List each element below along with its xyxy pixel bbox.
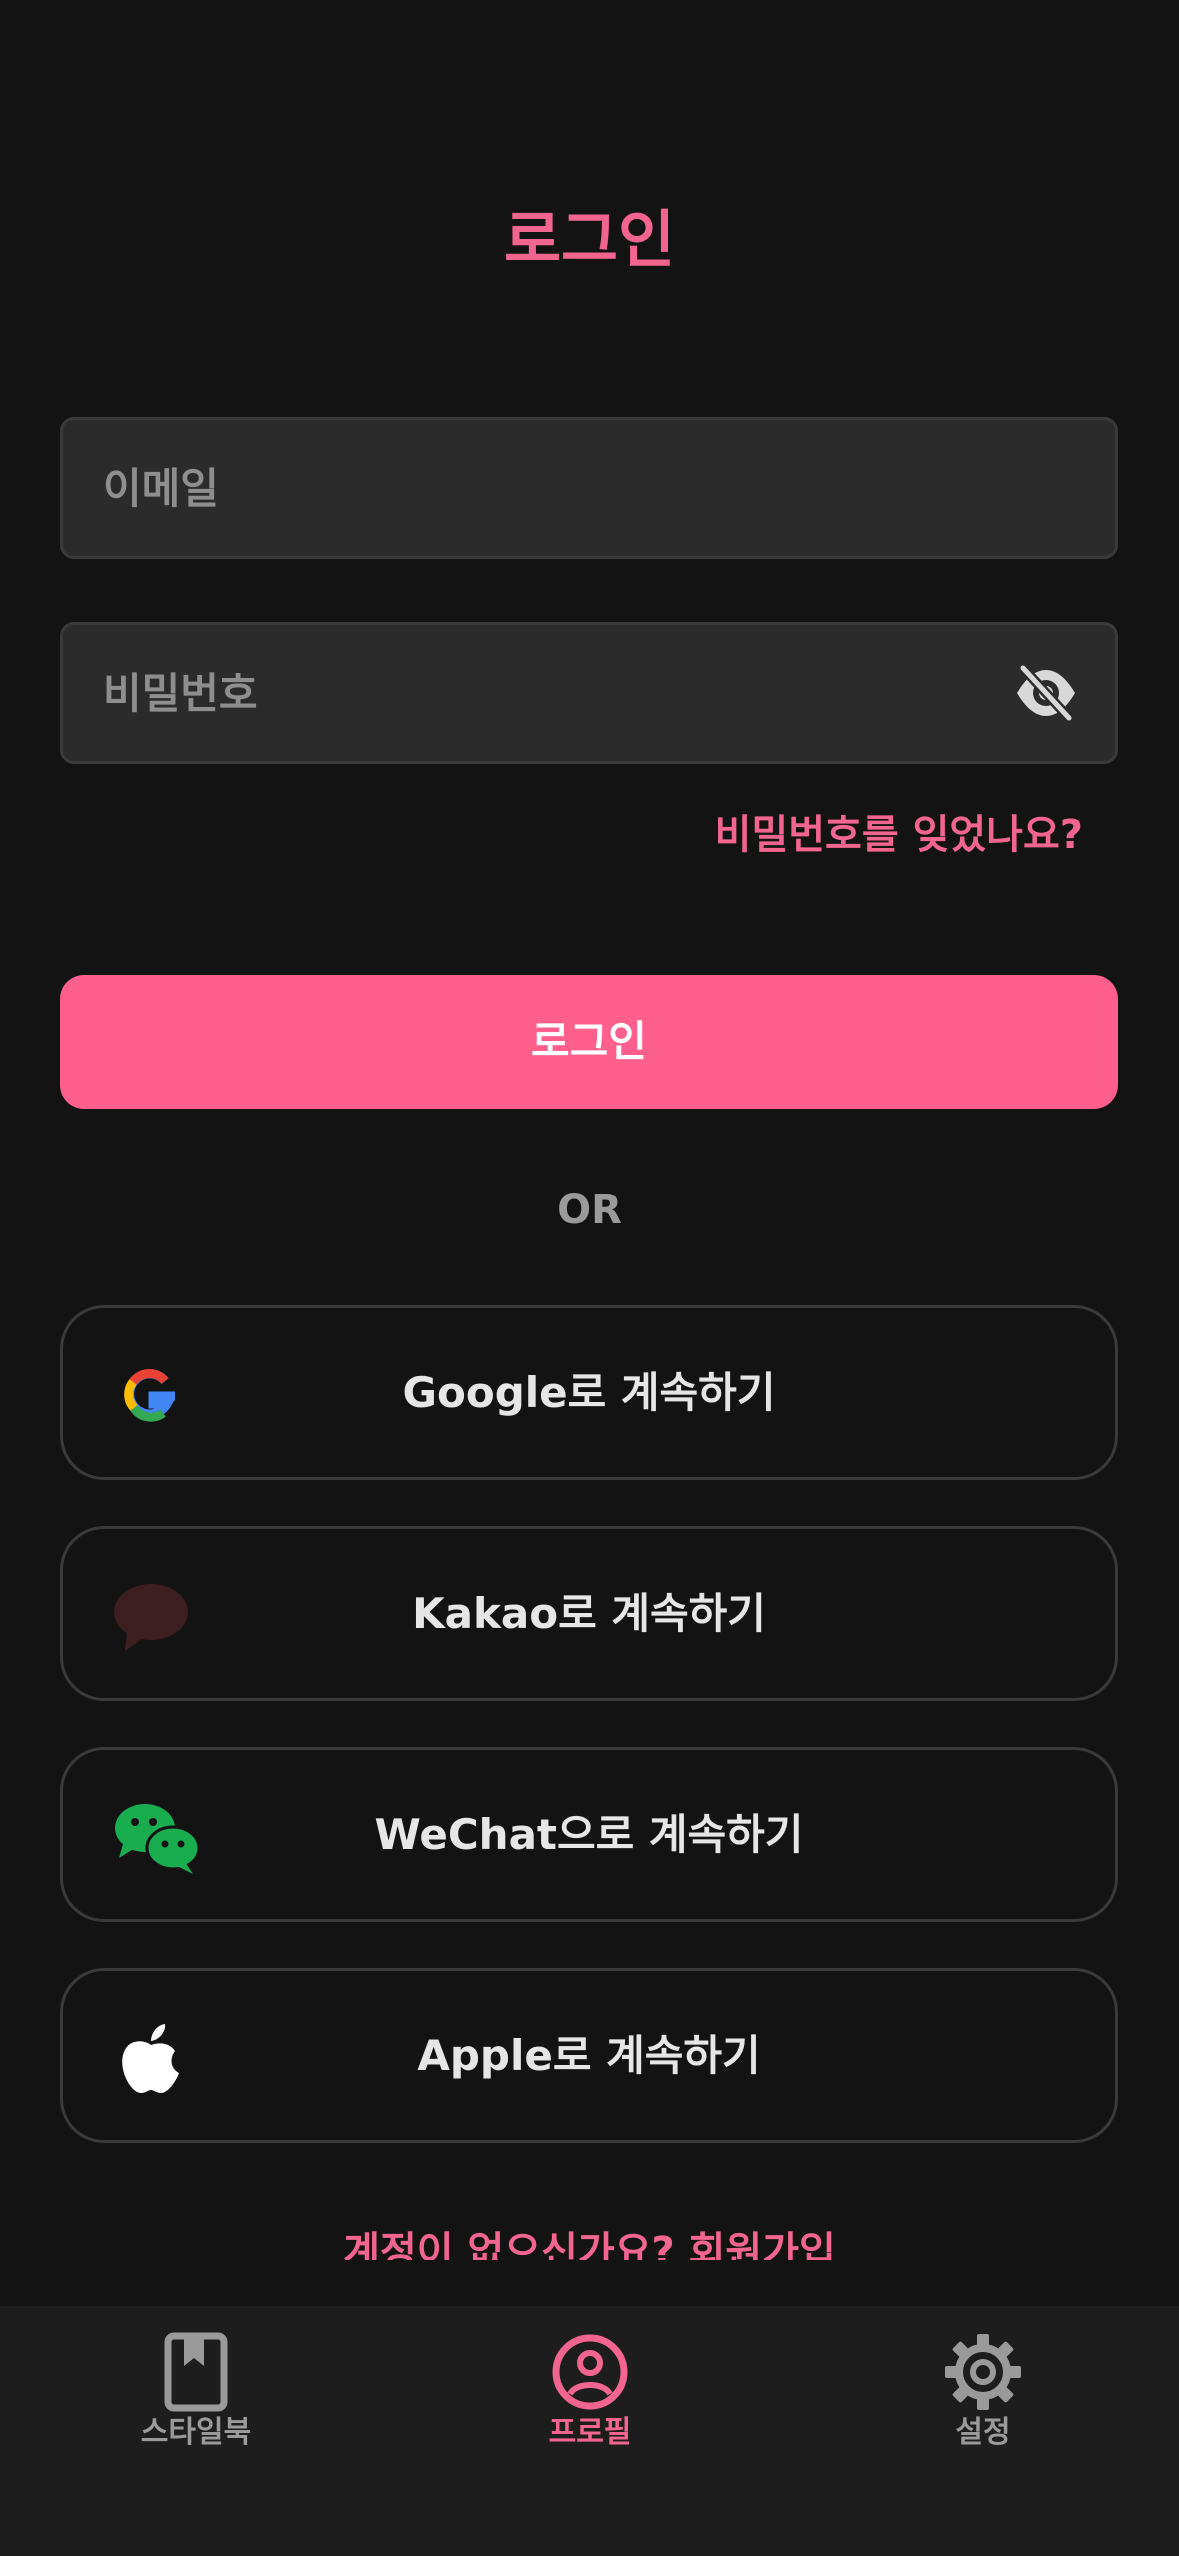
or-divider: OR [557,1187,622,1233]
gear-icon [945,2334,1021,2410]
email-field-container[interactable] [60,417,1118,559]
nav-label-settings: 설정 [955,2415,1011,2450]
google-login-label: Google로 계속하기 [402,1368,776,1417]
forgot-password-link[interactable]: 비밀번호를 잊었나요? [715,803,1083,867]
password-field-container[interactable] [60,622,1118,764]
wechat-login-label: WeChat으로 계속하기 [374,1810,804,1859]
user-circle-icon [552,2334,628,2410]
signup-link[interactable]: 계정이 없으신가요? 회원가입 [0,2222,1179,2260]
bookmark-book-icon [164,2332,228,2412]
login-button[interactable]: 로그인 [60,975,1118,1109]
kakao-login-label: Kakao로 계속하기 [412,1589,766,1638]
wechat-login-button[interactable]: WeChat으로 계속하기 [60,1747,1118,1922]
password-input[interactable] [103,625,983,761]
bottom-navigation: 스타일북 프로필 설정 [0,2306,1179,2556]
email-input[interactable] [103,420,983,556]
nav-label-stylebook: 스타일북 [140,2415,252,2450]
login-screen: 로그인 비밀번호를 잊었나요? 로그인 OR Google로 계속하기 [0,0,1179,2556]
nav-item-profile[interactable]: 프로필 [440,2326,740,2466]
apple-login-button[interactable]: Apple로 계속하기 [60,1968,1118,2143]
nav-label-profile: 프로필 [548,2415,632,2450]
eye-off-icon[interactable] [1013,662,1079,724]
google-login-button[interactable]: Google로 계속하기 [60,1305,1118,1480]
apple-login-label: Apple로 계속하기 [417,2031,761,2080]
kakao-login-button[interactable]: Kakao로 계속하기 [60,1526,1118,1701]
nav-item-stylebook[interactable]: 스타일북 [46,2326,346,2466]
nav-item-settings[interactable]: 설정 [833,2326,1133,2466]
page-title: 로그인 [503,203,676,276]
